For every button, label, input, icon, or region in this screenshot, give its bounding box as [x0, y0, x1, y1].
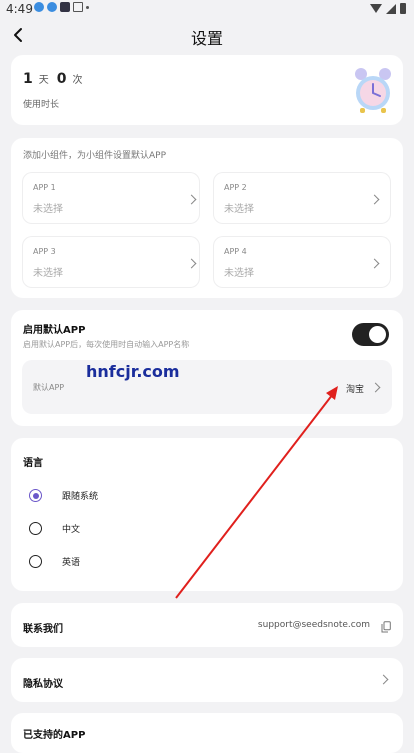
usage-card: 1天0次 使用时长 — [11, 55, 403, 125]
chevron-right-icon — [369, 194, 380, 205]
supported-apps-row[interactable]: 已支持的APP — [11, 713, 403, 753]
signal-icon — [386, 3, 396, 14]
usage-times: 0 — [56, 71, 67, 87]
header: 设置 — [0, 20, 414, 52]
widget-hint: 添加小组件，为小组件设置默认APP — [23, 151, 167, 161]
chevron-right-icon — [370, 382, 381, 393]
app-slot-name: APP 1 — [33, 183, 56, 192]
chevron-right-icon — [378, 674, 389, 685]
radio-unselected-icon — [29, 522, 42, 535]
usage-count: 1天0次 — [23, 71, 91, 87]
wifi-icon — [370, 4, 382, 13]
more-dot-icon — [86, 5, 89, 9]
notification-icons — [34, 2, 89, 12]
app-slot-value: 未选择 — [224, 204, 254, 215]
app-slot-value: 未选择 — [224, 268, 254, 279]
privacy-title: 隐私协议 — [23, 679, 63, 690]
app-slot-4[interactable]: APP 4 未选择 — [213, 236, 391, 288]
usage-days: 1 — [23, 71, 33, 87]
language-option-label: 英语 — [62, 558, 81, 568]
app-slot-value: 未选择 — [33, 268, 63, 279]
app-slot-2[interactable]: APP 2 未选择 — [213, 172, 391, 224]
contact-row[interactable]: 联系我们 support@seedsnote.com — [11, 603, 403, 647]
default-app-title: 启用默认APP — [23, 325, 86, 336]
default-app-toggle[interactable] — [352, 323, 389, 346]
app-slot-value: 未选择 — [33, 204, 63, 215]
watermark: hnfcjr.com — [86, 362, 180, 381]
default-app-row-label: 默认APP — [33, 383, 65, 392]
language-option-system[interactable]: 跟随系统 — [29, 486, 229, 506]
chevron-right-icon — [369, 258, 380, 269]
widget-card: 添加小组件，为小组件设置默认APP APP 1 未选择 APP 2 未选择 AP… — [11, 138, 403, 298]
language-option-label: 中文 — [62, 525, 81, 535]
language-option-label: 跟随系统 — [62, 492, 99, 502]
status-time: 4:49 — [6, 2, 33, 16]
contact-title: 联系我们 — [23, 624, 63, 635]
privacy-row[interactable]: 隐私协议 — [11, 658, 403, 702]
page-title: 设置 — [190, 29, 223, 48]
app-slot-1[interactable]: APP 1 未选择 — [22, 172, 200, 224]
usage-days-unit: 天 — [38, 75, 49, 86]
usage-times-unit: 次 — [72, 75, 83, 86]
supported-apps-title: 已支持的APP — [23, 730, 86, 741]
default-app-description: 启用默认APP后，每次使用时自动输入APP名称 — [23, 340, 190, 349]
app-notification-icon — [34, 2, 44, 12]
app-slot-3[interactable]: APP 3 未选择 — [22, 236, 200, 288]
radio-selected-icon — [29, 489, 42, 502]
contact-email: support@seedsnote.com — [257, 620, 370, 630]
language-option-english[interactable]: 英语 — [29, 552, 229, 572]
language-card: 语言 跟随系统 中文 英语 — [11, 438, 403, 591]
copy-icon[interactable] — [381, 618, 391, 633]
status-bar: 4:49 — [0, 0, 414, 18]
language-option-chinese[interactable]: 中文 — [29, 519, 229, 539]
chevron-right-icon — [186, 258, 197, 269]
system-status-icons — [370, 3, 406, 14]
default-app-row-value: 淘宝 — [345, 385, 364, 395]
radio-unselected-icon — [29, 555, 42, 568]
app-notification-icon — [60, 2, 70, 12]
app-slot-name: APP 4 — [224, 247, 247, 256]
default-app-card: 启用默认APP 启用默认APP后，每次使用时自动输入APP名称 默认APP 淘宝 — [11, 310, 403, 426]
chevron-right-icon — [186, 194, 197, 205]
cube-icon — [73, 2, 83, 12]
app-slot-name: APP 3 — [33, 247, 56, 256]
toggle-knob — [369, 326, 386, 343]
usage-label: 使用时长 — [23, 100, 60, 110]
alarm-clock-icon — [351, 65, 395, 115]
default-app-row[interactable]: 默认APP 淘宝 — [22, 360, 392, 414]
app-notification-icon — [47, 2, 57, 12]
language-title: 语言 — [23, 458, 43, 469]
battery-icon — [400, 3, 406, 14]
app-slot-name: APP 2 — [224, 183, 247, 192]
